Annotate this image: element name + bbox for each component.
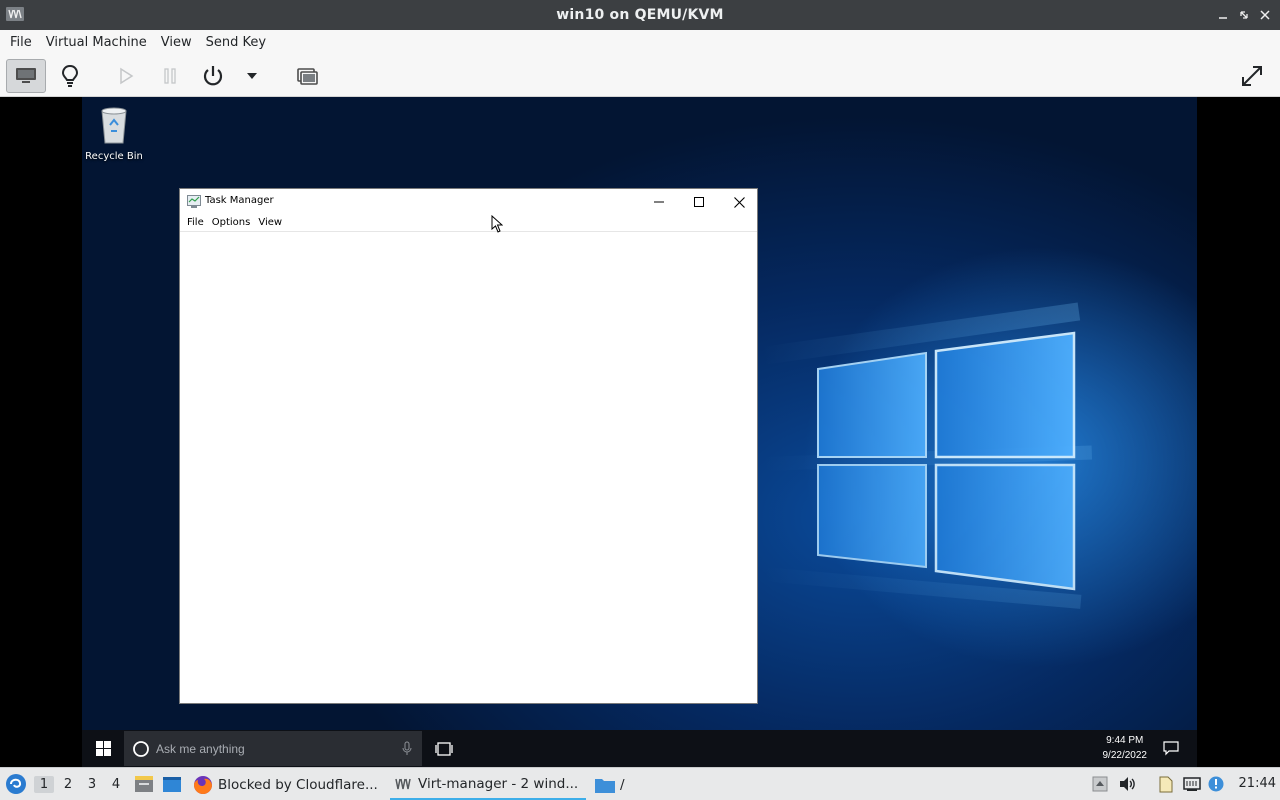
microphone-icon[interactable]: [402, 741, 412, 756]
menu-virtual-machine[interactable]: Virtual Machine: [39, 30, 154, 55]
close-icon: [733, 196, 745, 208]
recycle-bin-label: Recycle Bin: [85, 151, 143, 162]
recycle-bin-icon: [101, 107, 127, 144]
cortana-icon: [133, 740, 149, 757]
show-desktop-button[interactable]: [134, 775, 154, 797]
tm-minimize-button[interactable]: [646, 192, 672, 212]
task-virt-manager-label: Virt-manager - 2 wind...: [418, 775, 579, 792]
tray-volume[interactable]: [1118, 774, 1138, 794]
task-view-button[interactable]: [432, 739, 456, 759]
pause-button[interactable]: [154, 59, 186, 93]
chevron-down-icon: [247, 73, 257, 79]
window-title: win10 on QEMU/KVM: [556, 7, 724, 23]
info-icon: [1208, 776, 1224, 792]
window-titlebar[interactable]: win10 on QEMU/KVM: [0, 0, 1280, 30]
tray-clipboard[interactable]: [1156, 774, 1176, 794]
show-console-button[interactable]: [6, 59, 46, 93]
start-button[interactable]: [82, 730, 124, 767]
launcher-blue-window[interactable]: [162, 775, 182, 797]
application-menu-button[interactable]: [5, 773, 27, 799]
task-manager-window[interactable]: Task Manager File Options View: [179, 188, 758, 704]
arrow-up-icon: [1092, 776, 1108, 792]
speaker-icon: [1120, 777, 1135, 791]
tm-close-button[interactable]: [726, 192, 752, 212]
fullscreen-button[interactable]: [1234, 59, 1270, 93]
tm-menu-options[interactable]: Options: [208, 215, 255, 231]
tray-show-hidden-button[interactable]: [1090, 774, 1110, 794]
search-placeholder: Ask me anything: [156, 741, 245, 756]
workspace-2[interactable]: 2: [58, 776, 78, 793]
window-icon: [163, 777, 181, 792]
tray-updates[interactable]: [1206, 774, 1226, 794]
windows-date: 9/22/2022: [1102, 750, 1148, 761]
restore-window-button[interactable]: [1235, 6, 1253, 24]
close-icon: [1260, 10, 1270, 20]
task-view-icon: [435, 742, 453, 756]
windows-logo-wallpaper: [817, 331, 1076, 591]
toolbar: [0, 55, 1280, 97]
show-details-button[interactable]: [52, 59, 88, 93]
app-launcher-icon: [6, 774, 26, 794]
fullscreen-icon: [1242, 66, 1262, 86]
close-window-button[interactable]: [1256, 6, 1274, 24]
pause-icon: [164, 68, 176, 84]
tray-network[interactable]: [1182, 774, 1202, 794]
windows-time: 9:44 PM: [1106, 735, 1144, 746]
snapshots-button[interactable]: [292, 59, 322, 93]
task-manager-menubar: File Options View: [180, 215, 757, 232]
workspace-3[interactable]: 3: [82, 776, 102, 793]
folder-icon: [595, 778, 615, 793]
firefox-icon: [194, 775, 212, 794]
workspace-4[interactable]: 4: [106, 776, 126, 793]
menu-view[interactable]: View: [154, 30, 199, 55]
task-manager-titlebar[interactable]: Task Manager: [180, 189, 757, 215]
maximize-icon: [694, 197, 704, 207]
task-file-manager-label: /: [620, 776, 625, 793]
play-icon: [120, 67, 134, 85]
panel-clock[interactable]: 21:44: [1239, 776, 1276, 791]
snapshots-icon: [297, 68, 318, 85]
notifications-icon: [1163, 741, 1179, 756]
shutdown-menu-button[interactable]: [240, 59, 264, 93]
desktop-panel: 1 2 3 4 Blocked by Cloudflare... Virt-ma…: [0, 767, 1280, 800]
minimize-window-button[interactable]: [1214, 6, 1232, 24]
monitor-icon: [16, 68, 36, 83]
run-button[interactable]: [110, 59, 142, 93]
task-manager-icon: [187, 195, 201, 208]
workspace-1[interactable]: 1: [34, 776, 54, 793]
virt-manager-icon: [6, 7, 24, 21]
windows-taskbar: Ask me anything 9:44 PM 9/22/2022: [82, 730, 1197, 767]
lightbulb-icon: [61, 64, 79, 87]
menu-send-key[interactable]: Send Key: [199, 30, 273, 55]
windows-desktop[interactable]: Recycle Bin Task Manager File Options Vi…: [82, 97, 1197, 730]
task-manager-title: Task Manager: [205, 195, 274, 206]
minimize-icon: [1219, 17, 1227, 19]
tm-menu-file[interactable]: File: [183, 215, 208, 231]
shutdown-button[interactable]: [196, 59, 230, 93]
action-center-button[interactable]: [1163, 740, 1179, 760]
windows-start-icon: [95, 741, 111, 756]
vm-console[interactable]: Recycle Bin Task Manager File Options Vi…: [0, 97, 1280, 767]
task-firefox[interactable]: Blocked by Cloudflare...: [192, 769, 384, 800]
cortana-search-box[interactable]: Ask me anything: [124, 731, 422, 766]
windows-clock[interactable]: 9:44 PM 9/22/2022: [1103, 733, 1148, 763]
menubar: File Virtual Machine View Send Key: [0, 30, 1280, 55]
mouse-cursor-icon: [491, 215, 503, 233]
desktop-icon-recycle-bin[interactable]: Recycle Bin: [82, 105, 146, 162]
restore-icon: [1240, 11, 1248, 19]
task-virt-manager[interactable]: Virt-manager - 2 wind...: [390, 769, 586, 800]
power-icon: [203, 66, 223, 86]
network-icon: [1183, 777, 1201, 791]
task-file-manager[interactable]: /: [594, 769, 634, 800]
virt-manager-icon: [395, 778, 411, 789]
file-manager-icon: [135, 776, 153, 792]
tm-menu-view[interactable]: View: [254, 215, 286, 231]
task-firefox-label: Blocked by Cloudflare...: [218, 776, 378, 793]
menu-file[interactable]: File: [3, 30, 39, 55]
tm-maximize-button[interactable]: [686, 192, 712, 212]
minimize-icon: [654, 201, 664, 203]
clipboard-icon: [1159, 776, 1173, 793]
